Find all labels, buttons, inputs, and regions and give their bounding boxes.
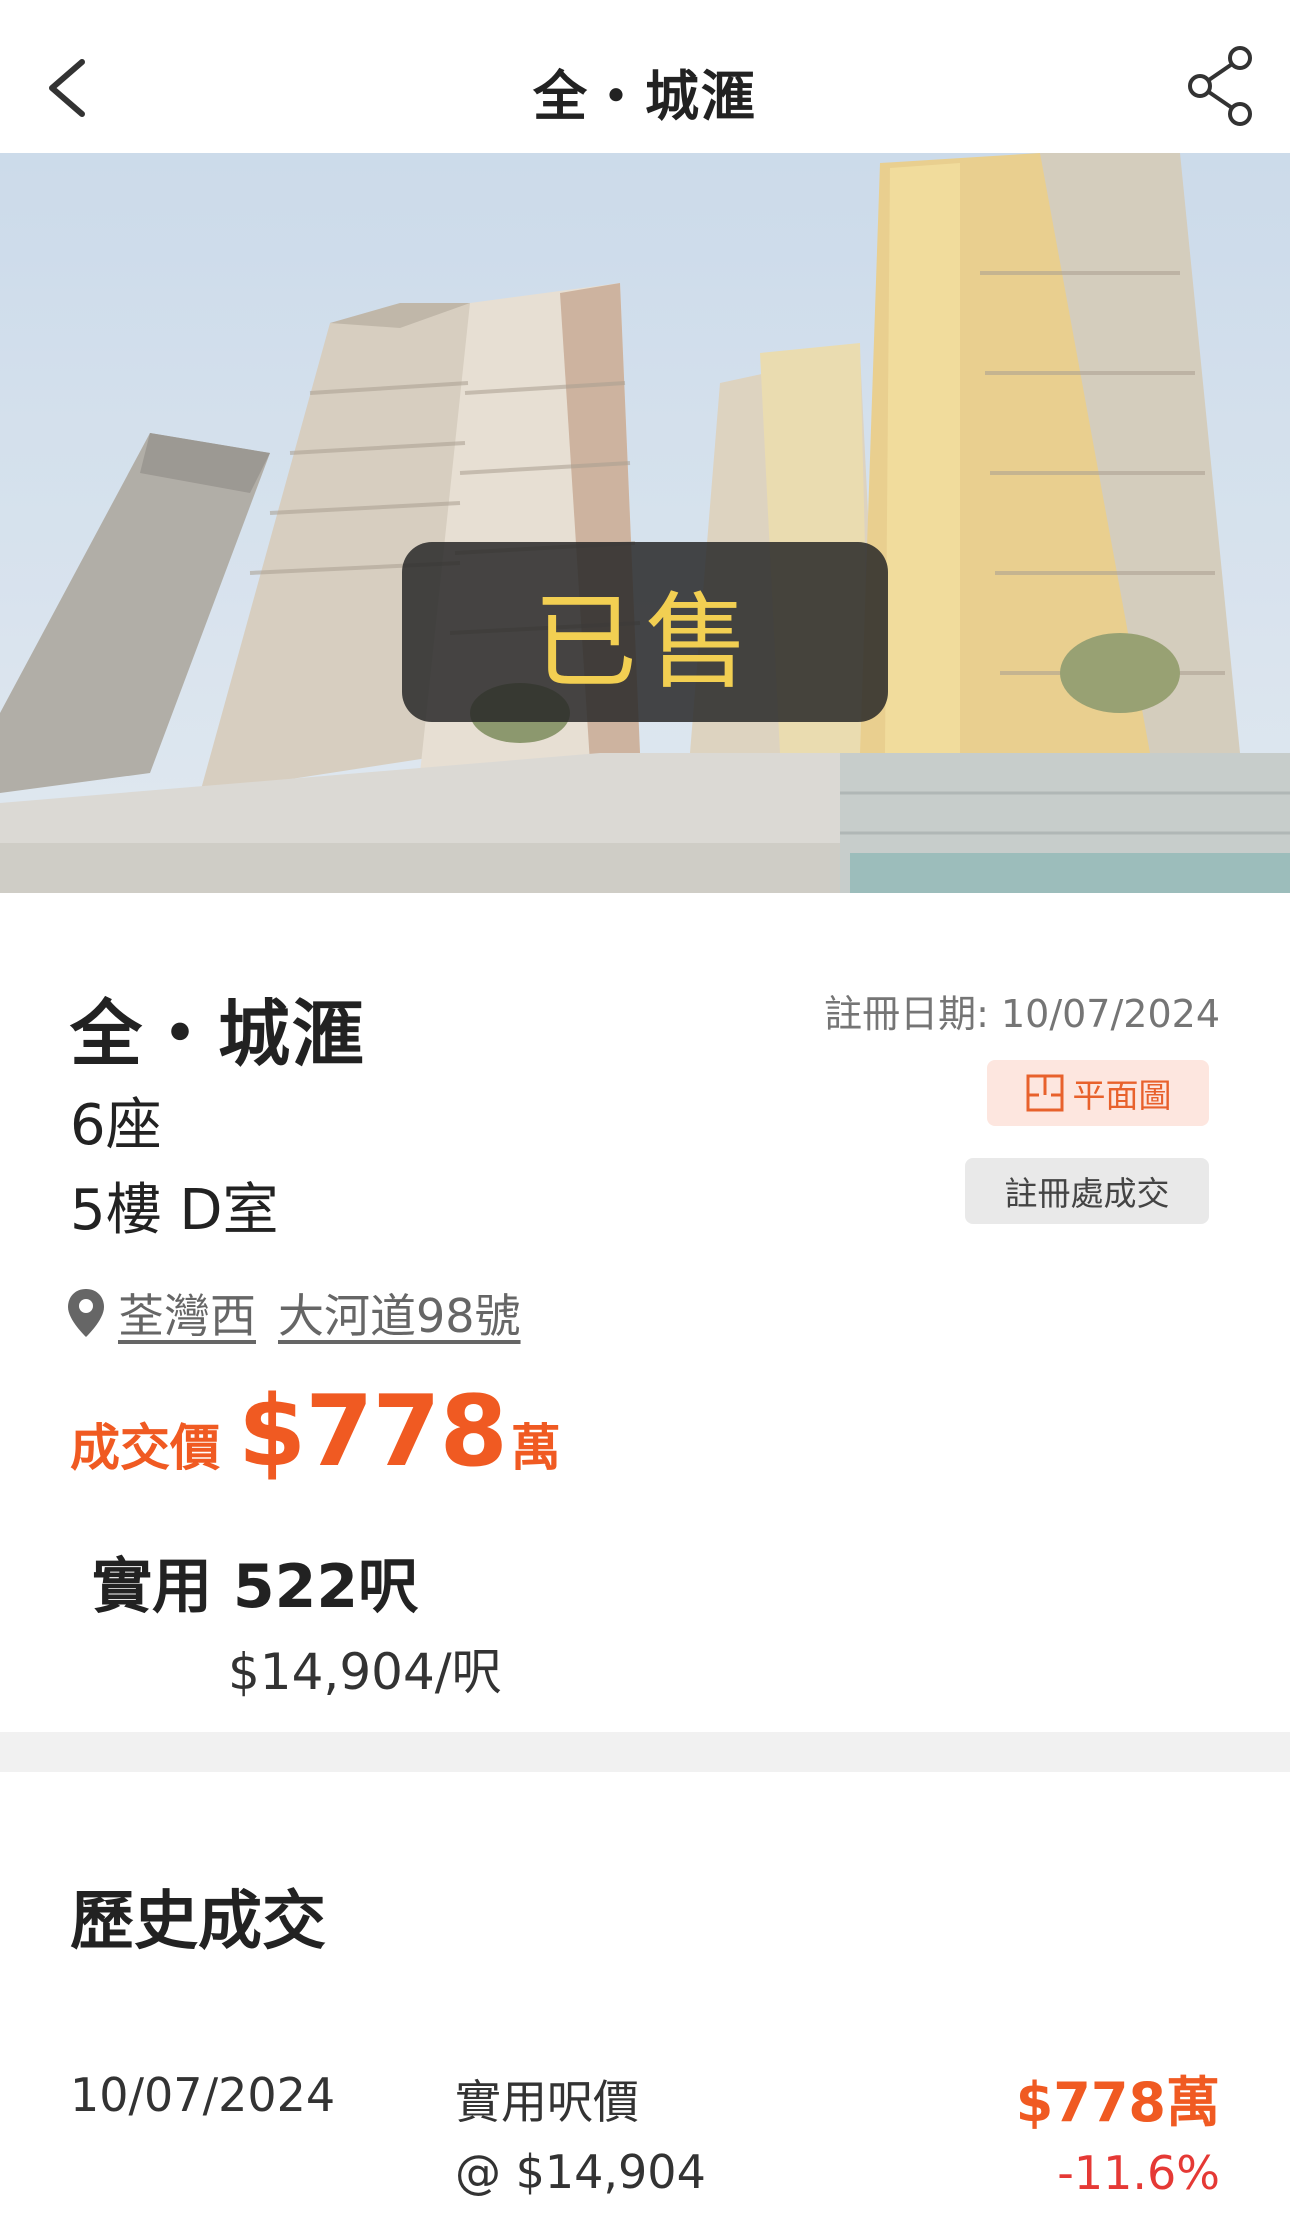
history-change: -11.6%: [1057, 2146, 1220, 2200]
floor-unit-label: 5樓 D室: [70, 1178, 279, 1243]
saleable-area: 實用 522呎: [92, 1552, 419, 1622]
district-link[interactable]: 荃灣西: [118, 1280, 256, 1346]
price-value: $778: [238, 1375, 508, 1489]
sold-badge: 已售: [402, 542, 888, 722]
top-bar: 全・城滙: [0, 0, 1290, 153]
page: 全・城滙 已售 全・城滙 註冊日期: 10/07/2024 6座 5樓 D室 平…: [0, 0, 1290, 2233]
map-pin-icon: [68, 1289, 104, 1337]
history-date: 10/07/2024: [70, 2068, 336, 2122]
project-name: 全・城滙: [70, 992, 367, 1076]
property-photo[interactable]: 已售: [0, 153, 1290, 893]
address-link[interactable]: 大河道98號: [278, 1280, 521, 1346]
building-photo: [0, 153, 1290, 893]
share-button[interactable]: [1186, 44, 1256, 128]
registry-tag: 註冊處成交: [965, 1158, 1209, 1224]
section-divider: [0, 1732, 1290, 1772]
history-ppsf-value: @ $14,904: [455, 2145, 706, 2199]
price-unit: 萬: [510, 1419, 561, 1477]
history-price: $778萬: [1015, 2071, 1220, 2134]
floorplan-icon: [1026, 1074, 1063, 1112]
page-title: 全・城滙: [533, 65, 757, 128]
share-icon: [1188, 46, 1252, 126]
floorplan-button-label: 平面圖: [1072, 1076, 1172, 1115]
history-ppsf-label: 實用呎價: [455, 2075, 639, 2129]
floorplan-button[interactable]: 平面圖: [987, 1060, 1209, 1126]
transaction-price: 成交價 $778 萬: [70, 1375, 561, 1489]
location-row: 荃灣西 大河道98號: [66, 1280, 521, 1346]
unit-price: $14,904/呎: [228, 1643, 502, 1701]
history-section-title: 歷史成交: [70, 1885, 326, 1959]
block-label: 6座: [70, 1093, 162, 1158]
registration-date: 註冊日期: 10/07/2024: [824, 992, 1220, 1036]
price-label: 成交價: [70, 1419, 220, 1477]
